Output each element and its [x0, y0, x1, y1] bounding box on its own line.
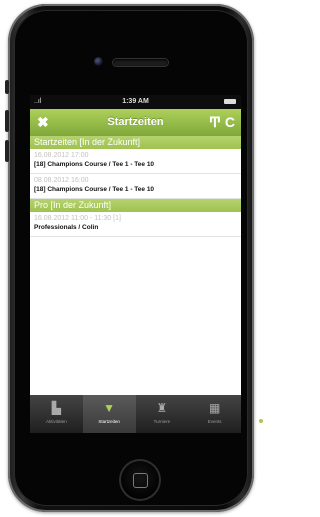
tab-bar: ▙ Aktivitäten ▼ Startzeiten ♜ Turniere ▦… [30, 395, 241, 433]
tab-aktivitaeten[interactable]: ▙ Aktivitäten [30, 395, 83, 433]
tab-startzeiten[interactable]: ▼ Startzeiten [82, 395, 136, 433]
tab-label: Events [207, 419, 222, 424]
reload-icon[interactable]: C [225, 115, 235, 130]
volume-up-button[interactable] [5, 110, 9, 132]
status-time: 1:39 AM [122, 98, 149, 105]
camera-icon [94, 57, 103, 66]
mute-switch[interactable] [5, 80, 9, 94]
accent-dot [259, 419, 263, 423]
tab-label: Turniere [153, 419, 171, 424]
calendar-icon: ▦ [208, 401, 221, 415]
bar-chart-icon: ▙ [51, 401, 61, 415]
tab-label: Aktivitäten [45, 419, 67, 424]
home-square-icon [133, 473, 148, 488]
tab-turniere[interactable]: ♜ Turniere [136, 395, 189, 433]
list-item[interactable]: 16.08.2012 11:00 - 11:30 [1] Professiona… [30, 212, 241, 237]
earpiece [113, 59, 168, 66]
item-date: 08.08.2012 16:00 [34, 177, 89, 184]
status-bar: ..ıl 1:39 AM [30, 95, 241, 109]
tab-label: Startzeiten [98, 419, 120, 424]
trophy-icon: ♜ [156, 401, 168, 415]
volume-down-button[interactable] [5, 140, 9, 162]
nav-bar: ✖ Startzeiten Ͳ C [30, 109, 241, 136]
app-screen: ..ıl 1:39 AM ✖ Startzeiten Ͳ C Startzeit… [30, 95, 241, 433]
item-course: [18] Champions Course / Tee 1 - Tee 10 [34, 186, 155, 193]
section-header: Startzeiten [In der Zukunft] [30, 136, 241, 149]
item-date: 16.08.2012 11:00 - 11:30 [1] [34, 215, 121, 222]
item-course: [18] Champions Course / Tee 1 - Tee 10 [34, 161, 155, 168]
list-item[interactable]: 16.08.2012 17:00 [18] Champions Course /… [30, 149, 241, 174]
tab-events[interactable]: ▦ Events [188, 395, 241, 433]
list-item[interactable]: 08.08.2012 16:00 [18] Champions Course /… [30, 174, 241, 199]
filter-icon[interactable]: Ͳ [209, 115, 221, 130]
flag-icon: ▼ [103, 401, 116, 415]
item-date: 16.08.2012 17:00 [34, 152, 89, 159]
item-course: Professionals / Colin [34, 224, 99, 231]
battery-icon [224, 99, 236, 104]
section-header: Pro [In der Zukunft] [30, 199, 241, 212]
home-button[interactable] [119, 459, 161, 501]
